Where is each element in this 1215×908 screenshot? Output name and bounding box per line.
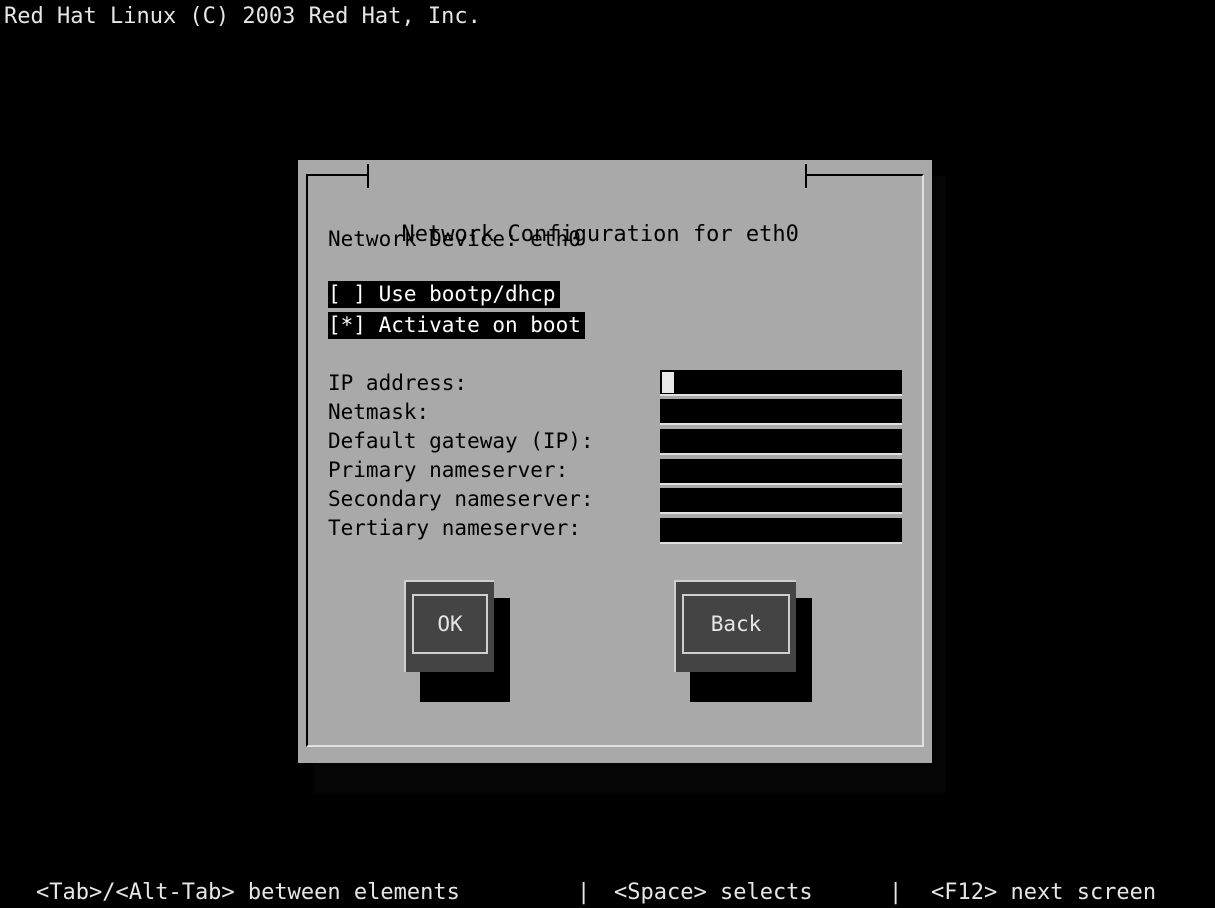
use-bootp-dhcp-checkbox[interactable]: [ ] Use bootp/dhcp — [328, 281, 560, 308]
ip-address-input[interactable] — [660, 370, 902, 396]
activate-on-boot-checkbox[interactable]: [*] Activate on boot — [328, 312, 585, 339]
ip-address-label: IP address: — [328, 371, 468, 395]
hint-tab: <Tab>/<Alt-Tab> between elements — [36, 880, 460, 905]
network-device-label: Network Device: eth0 — [328, 227, 581, 251]
secondary-nameserver-input[interactable] — [660, 488, 902, 514]
back-button-label: Back — [682, 594, 790, 654]
tertiary-nameserver-input[interactable] — [660, 518, 902, 544]
primary-nameserver-input[interactable] — [660, 459, 902, 485]
hint-separator-2: | — [889, 880, 903, 905]
default-gateway-label: Default gateway (IP): — [328, 429, 594, 453]
netmask-label: Netmask: — [328, 400, 430, 424]
netmask-input[interactable] — [660, 399, 902, 425]
title-bar-right — [804, 164, 807, 188]
default-gateway-input[interactable] — [660, 429, 902, 455]
hint-space: <Space> selects — [614, 880, 813, 905]
tertiary-nameserver-label: Tertiary nameserver: — [328, 516, 581, 540]
title-bar-left — [367, 164, 369, 188]
back-button[interactable]: Back — [674, 580, 796, 672]
hint-separator-1: | — [577, 880, 591, 905]
dialog-title: Network Configuration for eth0 — [367, 160, 807, 247]
installer-title-line: Red Hat Linux (C) 2003 Red Hat, Inc. — [4, 4, 481, 29]
ok-button-label: OK — [412, 594, 488, 654]
primary-nameserver-label: Primary nameserver: — [328, 458, 569, 482]
ok-button[interactable]: OK — [404, 580, 494, 672]
hint-f12: <F12> next screen — [931, 880, 1157, 905]
secondary-nameserver-label: Secondary nameserver: — [328, 487, 594, 511]
text-cursor — [662, 372, 674, 393]
